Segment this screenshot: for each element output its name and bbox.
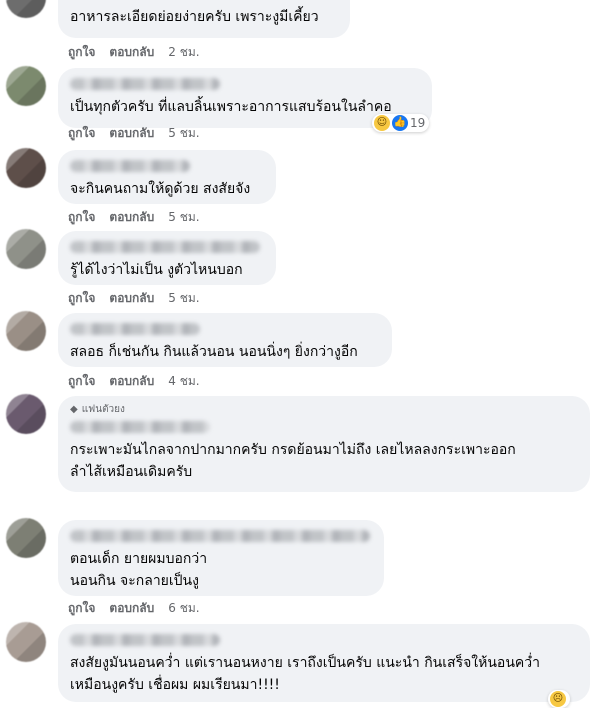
avatar[interactable]: [6, 394, 46, 434]
like-link[interactable]: ถูกใจ: [68, 372, 95, 391]
like-link[interactable]: ถูกใจ: [68, 124, 95, 143]
comment-text: รู้ได้ไงว่าไม่เป็น งูตัวไหนบอก: [70, 262, 243, 278]
like-link[interactable]: ถูกใจ: [68, 289, 95, 308]
timestamp[interactable]: 6 ชม.: [168, 599, 199, 618]
reaction-emoji-icon: ☹: [550, 691, 566, 707]
comment-text: สลอธ ก็เช่นกัน กินแล้วนอน นอนนิ่งๆ ยิ่งก…: [70, 344, 358, 360]
timestamp[interactable]: 4 ชม.: [168, 372, 199, 391]
comment-text: ลำไส้เหมือนเดิมครับ: [70, 464, 193, 480]
comment-text: เหมือนงูครับ เชื่อผม ผมเรียนมา!!!!: [70, 677, 280, 693]
author-name-redacted[interactable]: [70, 530, 370, 542]
like-reaction-icon: 👍: [392, 115, 408, 131]
reply-link[interactable]: ตอบกลับ: [109, 289, 154, 308]
comment-actions: ถูกใจ ตอบกลับ 5 ชม.: [68, 124, 200, 143]
comment-actions: ถูกใจ ตอบกลับ 5 ชม.: [68, 289, 200, 308]
comment-text: อาหารละเอียดย่อยง่ายครับ เพราะงูมีเคี้ยว: [70, 9, 319, 25]
author-name-redacted[interactable]: [70, 323, 200, 335]
timestamp[interactable]: 5 ชม.: [168, 289, 199, 308]
reaction-summary[interactable]: ☺ 👍 19: [372, 114, 430, 132]
comment-text: สงสัยงูมันนอนคว่ำ แต่เรานอนหงาย เราถึงเป…: [70, 655, 540, 671]
diamond-icon: ◆: [70, 404, 78, 415]
reply-link[interactable]: ตอบกลับ: [109, 208, 154, 227]
reply-link[interactable]: ตอบกลับ: [109, 124, 154, 143]
comment-bubble: สลอธ ก็เช่นกัน กินแล้วนอน นอนนิ่งๆ ยิ่งก…: [58, 313, 392, 367]
author-name-redacted[interactable]: [70, 160, 190, 172]
haha-reaction-icon: ☺: [374, 115, 390, 131]
timestamp[interactable]: 5 ชม.: [168, 208, 199, 227]
comment-actions: ถูกใจ ตอบกลับ 2 ชม.: [68, 43, 200, 62]
author-name-redacted[interactable]: [70, 241, 260, 253]
author-name-redacted[interactable]: [70, 421, 210, 433]
avatar[interactable]: [6, 148, 46, 188]
reply-link[interactable]: ตอบกลับ: [109, 372, 154, 391]
comment-bubble: จะกินคนถามให้ดูด้วย สงสัยจัง: [58, 150, 276, 204]
comment-bubble: ◆ แฟนตัวยง กระเพาะมันไกลจากปากมากครับ กร…: [58, 396, 590, 492]
reply-link[interactable]: ตอบกลับ: [109, 43, 154, 62]
comment-actions: ถูกใจ ตอบกลับ 4 ชม.: [68, 372, 200, 391]
comment-bubble: ตอนเด็ก ยายผมบอกว่า นอนกิน จะกลายเป็นงู: [58, 520, 384, 596]
author-name-redacted[interactable]: [70, 78, 220, 90]
avatar[interactable]: [6, 622, 46, 662]
comment-bubble: รู้ได้ไงว่าไม่เป็น งูตัวไหนบอก: [58, 231, 276, 285]
comment-text: นอนกิน จะกลายเป็นงู: [70, 573, 199, 589]
reply-link[interactable]: ตอบกลับ: [109, 599, 154, 618]
like-link[interactable]: ถูกใจ: [68, 599, 95, 618]
like-link[interactable]: ถูกใจ: [68, 43, 95, 62]
comment-bubble: อาหารละเอียดย่อยง่ายครับ เพราะงูมีเคี้ยว: [58, 0, 350, 38]
fan-badge-label: แฟนตัวยง: [81, 404, 125, 415]
avatar[interactable]: [6, 229, 46, 269]
timestamp[interactable]: 5 ชม.: [168, 124, 199, 143]
timestamp[interactable]: 2 ชม.: [168, 43, 199, 62]
comment-text: จะกินคนถามให้ดูด้วย สงสัยจัง: [70, 181, 251, 197]
reaction-summary[interactable]: ☹: [548, 690, 570, 708]
comment-text: เป็นทุกตัวครับ ที่แลบลิ้นเพราะอาการแสบร้…: [70, 99, 392, 115]
fan-badge: ◆ แฟนตัวยง: [70, 402, 578, 417]
comment-bubble: สงสัยงูมันนอนคว่ำ แต่เรานอนหงาย เราถึงเป…: [58, 624, 590, 702]
comment-actions: ถูกใจ ตอบกลับ 6 ชม.: [68, 599, 200, 618]
like-link[interactable]: ถูกใจ: [68, 208, 95, 227]
avatar[interactable]: [6, 0, 46, 18]
avatar[interactable]: [6, 311, 46, 351]
author-name-redacted[interactable]: [70, 634, 220, 646]
reaction-count: 19: [410, 116, 426, 130]
comment-text: ตอนเด็ก ยายผมบอกว่า: [70, 551, 208, 567]
avatar[interactable]: [6, 66, 46, 106]
avatar[interactable]: [6, 518, 46, 558]
comment-actions: ถูกใจ ตอบกลับ 5 ชม.: [68, 208, 200, 227]
comment-text: กระเพาะมันไกลจากปากมากครับ กรดย้อนมาไม่ถ…: [70, 442, 516, 458]
